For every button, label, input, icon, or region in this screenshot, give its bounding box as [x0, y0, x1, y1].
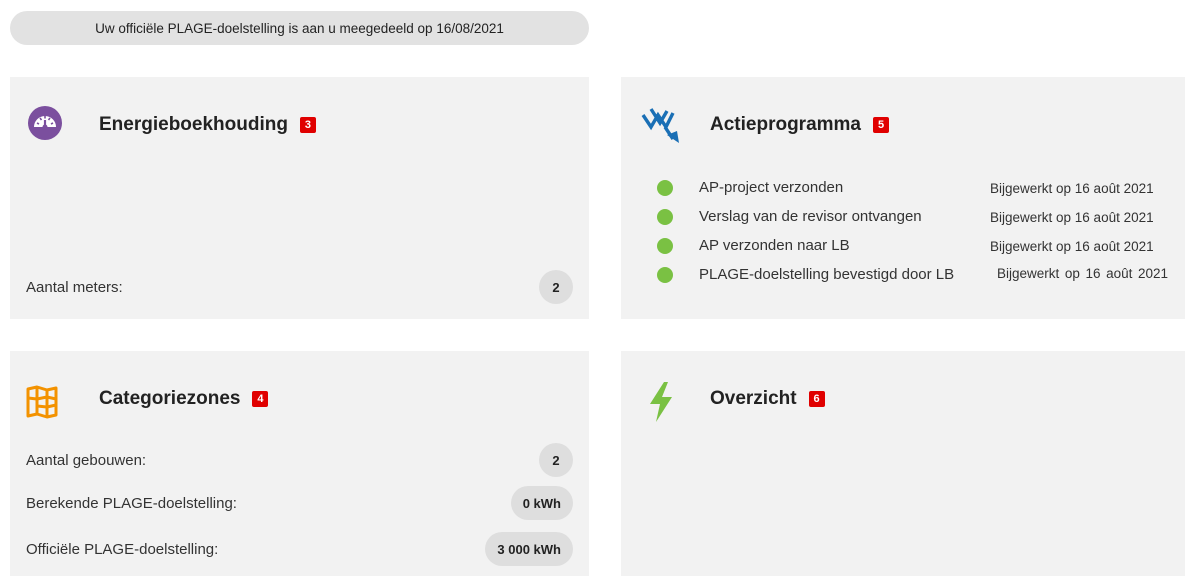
list-item: PLAGE-doelstelling bevestigd door LB Bij… [657, 264, 1177, 293]
annotation-marker-5: 5 [873, 117, 889, 133]
annotation-marker-3: 3 [299, 117, 316, 133]
status-dot [657, 209, 673, 225]
meters-count-label: Aantal meters: [26, 278, 123, 296]
action-program-title-text[interactable]: Actieprogramma [710, 114, 861, 136]
official-target-value: 3 000 kWh [485, 532, 573, 566]
annotation-marker-4: 4 [252, 391, 269, 407]
energy-accounting-title-text[interactable]: Energieboekhouding [99, 114, 288, 136]
calculated-target-label: Berekende PLAGE-doelstelling: [26, 494, 237, 512]
action-program-card[interactable]: Actieprogramma 5 AP-project verzonden Bi… [621, 77, 1185, 319]
lightning-icon [646, 382, 676, 427]
action-program-status-list: AP-project verzonden Bijgewerkt op 16 ao… [657, 177, 1177, 293]
calculated-target-row: Berekende PLAGE-doelstelling: 0 kWh [26, 486, 573, 520]
step-updated-date: Bijgewerkt op 16 août 2021 [990, 181, 1154, 196]
list-item: Verslag van de revisor ontvangen Bijgewe… [657, 206, 1177, 235]
action-program-title[interactable]: Actieprogramma 5 [710, 114, 889, 136]
status-dot [657, 180, 673, 196]
official-target-label: Officiële PLAGE-doelstelling: [26, 540, 219, 558]
energy-accounting-card[interactable]: Energieboekhouding 3 Aantal meters: 2 [10, 77, 589, 319]
buildings-count-label: Aantal gebouwen: [26, 451, 147, 469]
target-notification-banner: Uw officiële PLAGE-doelstelling is aan u… [10, 11, 589, 45]
map-icon [25, 385, 59, 424]
official-target-row: Officiële PLAGE-doelstelling: 3 000 kWh [26, 532, 573, 566]
banner-text: Uw officiële PLAGE-doelstelling is aan u… [95, 20, 504, 36]
overview-title-text[interactable]: Overzicht [710, 388, 797, 410]
buildings-count-row: Aantal gebouwen: 2 [26, 443, 573, 477]
meters-count-value: 2 [539, 270, 573, 304]
trend-down-icon [641, 105, 687, 150]
annotation-marker-6: 6 [808, 391, 825, 407]
step-updated-date: Bijgewerkt op 16 août 2021 [990, 210, 1154, 225]
meters-count-row: Aantal meters: 2 [26, 270, 573, 304]
step-label: Verslag van de revisor ontvangen [699, 208, 922, 225]
energy-accounting-title[interactable]: Energieboekhouding 3 [99, 114, 316, 136]
status-dot [657, 267, 673, 283]
list-item: AP verzonden naar LB Bijgewerkt op 16 ao… [657, 235, 1177, 264]
calculated-target-value: 0 kWh [510, 486, 573, 520]
step-updated-date: Bijgewerkt op 16 août 2021 [997, 266, 1168, 281]
step-label: PLAGE-doelstelling bevestigd door LB [699, 266, 955, 283]
step-updated-date: Bijgewerkt op 16 août 2021 [990, 239, 1154, 254]
overview-title[interactable]: Overzicht 6 [710, 388, 825, 410]
status-dot [657, 238, 673, 254]
buildings-count-value: 2 [539, 443, 573, 477]
step-label: AP-project verzonden [699, 179, 844, 196]
category-zones-title[interactable]: Categoriezones 4 [99, 388, 269, 410]
list-item: AP-project verzonden Bijgewerkt op 16 ao… [657, 177, 1177, 206]
category-zones-title-text[interactable]: Categoriezones [99, 388, 240, 410]
overview-card[interactable]: Overzicht 6 [621, 351, 1185, 576]
category-zones-card[interactable]: Categoriezones 4 Aantal gebouwen: 2 Bere… [10, 351, 589, 576]
step-label: AP verzonden naar LB [699, 237, 850, 254]
gauge-icon [28, 106, 62, 145]
